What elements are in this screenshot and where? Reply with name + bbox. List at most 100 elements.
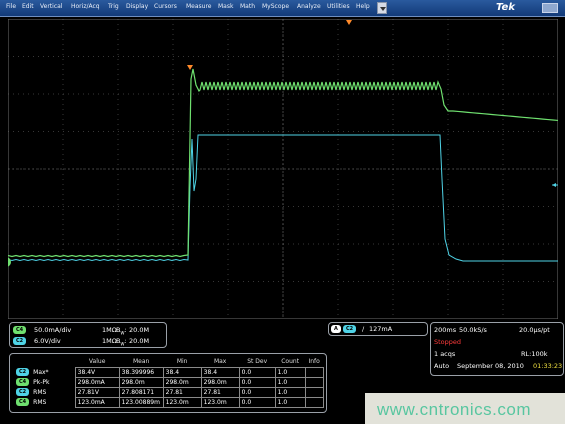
- menu-edit[interactable]: Edit: [22, 3, 34, 10]
- row-stdev: 0.0: [238, 376, 276, 388]
- table-row[interactable]: C4 Pk-Pk 298.0mA 298.0m 298.0m 298.0m 0.…: [14, 376, 324, 388]
- menu-vertical[interactable]: Vertical: [40, 3, 62, 10]
- row-info: [304, 386, 324, 398]
- row-info: [304, 366, 324, 378]
- row-channel: C4: [14, 377, 31, 387]
- row-value: 123.0mA: [74, 396, 120, 408]
- menu-bar: File Edit Vertical Horiz/Acq Trig Displa…: [0, 0, 565, 17]
- row-count: 1.0: [274, 366, 306, 378]
- row-channel: C2: [14, 367, 31, 377]
- time: 01:33:23: [533, 362, 563, 370]
- channel-settings-panel[interactable]: C4 50.0mA/div 1MΩ BW: 20.0M C2 6.0V/div …: [9, 322, 167, 348]
- channel-2-waveform: [8, 134, 558, 262]
- row-stdev: 0.0: [238, 366, 276, 378]
- row-channel: C2: [14, 387, 31, 397]
- trigger-source: C2: [343, 325, 357, 333]
- row-mean: 27.808171: [118, 386, 164, 398]
- sample-rate: 50.0kS/s: [459, 326, 487, 334]
- menu-help[interactable]: Help: [356, 3, 370, 10]
- header-info: Info: [308, 358, 320, 366]
- table-row[interactable]: C2 RMS 27.81V 27.808171 27.81 27.81 0.0 …: [14, 386, 324, 398]
- channel-4-input: 1MΩ: [102, 326, 117, 334]
- row-value: 27.81V: [74, 386, 120, 398]
- minimize-button[interactable]: [542, 3, 558, 13]
- date: September 08, 2010: [457, 362, 524, 370]
- row-count: 1.0: [274, 386, 306, 398]
- row-name: Max*: [33, 368, 49, 376]
- channel-4-bw-label: BW:: [116, 326, 127, 336]
- graticule: [8, 19, 558, 319]
- tek-logo: Tek: [496, 2, 515, 13]
- menu-dropdown-arrow-icon[interactable]: [377, 2, 387, 14]
- row-info: [304, 376, 324, 388]
- row-name: RMS: [33, 388, 47, 396]
- record-length: RL:100k: [521, 350, 548, 358]
- row-channel: C4: [14, 397, 31, 407]
- header-max: Max: [213, 358, 227, 366]
- row-max: 298.0m: [200, 376, 240, 388]
- trigger-a-icon: A: [331, 325, 341, 333]
- menu-trig[interactable]: Trig: [108, 3, 119, 10]
- trigger-position-marker-icon[interactable]: [346, 20, 352, 25]
- menu-file[interactable]: File: [6, 3, 16, 10]
- header-min: Min: [176, 358, 188, 366]
- acquisition-panel[interactable]: 200ms 50.0kS/s 20.0µs/pt Stopped 1 acqs …: [430, 322, 564, 376]
- acquisition-state: Stopped: [434, 338, 462, 346]
- menu-math[interactable]: Math: [240, 3, 255, 10]
- resolution: 20.0µs/pt: [519, 326, 550, 334]
- header-mean: Mean: [132, 358, 150, 366]
- header-name: [31, 357, 75, 367]
- menu-display[interactable]: Display: [126, 3, 148, 10]
- header-channel: [14, 357, 31, 367]
- header-stdev: St Dev: [247, 358, 268, 366]
- row-min: 298.0m: [162, 376, 202, 388]
- header-count: Count: [281, 358, 300, 366]
- menu-horiz-acq[interactable]: Horiz/Acq: [71, 3, 100, 10]
- row-mean: 298.0m: [118, 376, 164, 388]
- channel-2-label: C2: [13, 337, 27, 345]
- channel-4-bw: 20.0M: [129, 326, 150, 334]
- row-value: 38.4V: [74, 366, 120, 378]
- row-count: 1.0: [274, 376, 306, 388]
- channel-4-label: C4: [13, 326, 27, 334]
- row-info: [304, 396, 324, 408]
- row-max: 27.81: [200, 386, 240, 398]
- menu-analyze[interactable]: Analyze: [297, 3, 321, 10]
- row-min: 27.81: [162, 386, 202, 398]
- row-name: RMS: [33, 398, 47, 406]
- menu-mask[interactable]: Mask: [218, 3, 233, 10]
- channel-2-input: 1MΩ: [102, 337, 117, 345]
- row-max: 38.4: [200, 366, 240, 378]
- row-value: 298.0mA: [74, 376, 120, 388]
- row-mean: 123.00889m: [118, 396, 164, 408]
- trigger-time-marker-icon[interactable]: [187, 65, 193, 70]
- trigger-mode: Auto: [434, 362, 450, 370]
- channel-2-scale: 6.0V/div: [34, 337, 61, 345]
- watermark: www.cntronics.com: [365, 393, 565, 424]
- channel-4-ground-marker-icon[interactable]: [8, 257, 11, 267]
- row-mean: 38.399996: [118, 366, 164, 378]
- row-max: 123.0m: [200, 396, 240, 408]
- row-min: 123.0m: [162, 396, 202, 408]
- channel-2-bw-label: BW:: [116, 337, 127, 347]
- row-name: Pk-Pk: [33, 378, 50, 386]
- trigger-settings-panel[interactable]: A C2 / 127mA: [328, 322, 428, 336]
- menu-utilities[interactable]: Utilities: [327, 3, 350, 10]
- table-row[interactable]: C2 Max* 38.4V 38.399996 38.4 38.4 0.0 1.…: [14, 366, 324, 378]
- timebase: 200ms: [434, 326, 457, 334]
- menu-myscope[interactable]: MyScope: [262, 3, 289, 10]
- row-min: 38.4: [162, 366, 202, 378]
- trigger-slope-icon: /: [362, 325, 365, 333]
- acquisition-count: 1 acqs: [434, 350, 456, 358]
- measurement-header-row: Value Mean Min Max St Dev Count Info: [14, 357, 323, 367]
- row-stdev: 0.0: [238, 386, 276, 398]
- grid-lines: [8, 19, 558, 319]
- menu-cursors[interactable]: Cursors: [154, 3, 177, 10]
- row-count: 1.0: [274, 396, 306, 408]
- table-row[interactable]: C4 RMS 123.0mA 123.00889m 123.0m 123.0m …: [14, 396, 324, 408]
- channel-4-scale: 50.0mA/div: [34, 326, 72, 334]
- channel-2-bw: 20.0M: [129, 337, 150, 345]
- waveform-display[interactable]: [0, 17, 565, 320]
- menu-measure[interactable]: Measure: [186, 3, 212, 10]
- header-value: Value: [88, 358, 106, 366]
